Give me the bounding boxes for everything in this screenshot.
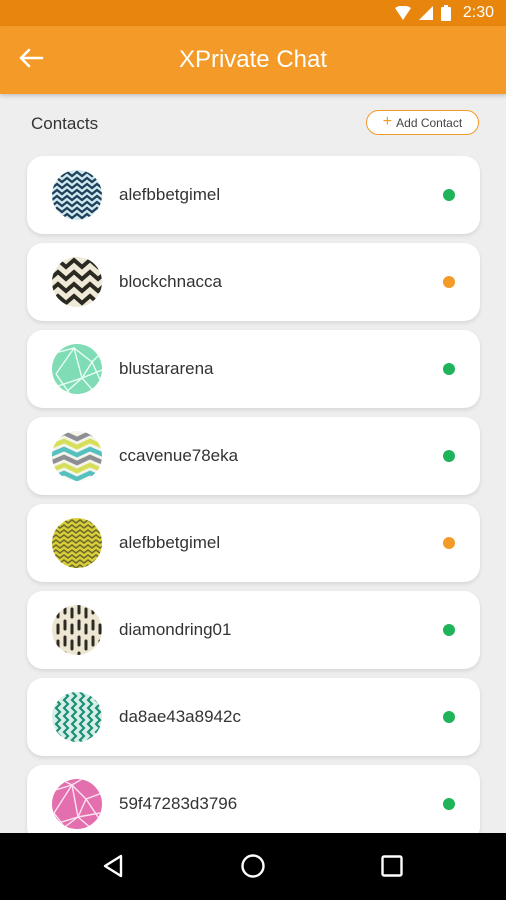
contact-card[interactable]: da8ae43a8942c xyxy=(27,678,480,756)
back-button[interactable] xyxy=(14,43,48,77)
avatar xyxy=(52,692,102,742)
avatar xyxy=(52,344,102,394)
contact-name: blustararena xyxy=(119,359,214,378)
online-status-dot xyxy=(443,363,455,375)
online-status-dot xyxy=(443,624,455,636)
online-status-dot xyxy=(443,189,455,201)
avatar xyxy=(52,518,102,568)
system-nav-bar xyxy=(0,833,506,900)
avatar xyxy=(52,779,102,829)
contact-card[interactable]: 59f47283d3796 xyxy=(27,765,480,843)
contacts-heading: Contacts xyxy=(31,114,99,133)
add-contact-button[interactable]: + Add Contact xyxy=(366,110,479,135)
nav-back-button[interactable] xyxy=(93,848,133,888)
status-bar: 2:30 xyxy=(0,0,506,26)
contact-name: ccavenue78eka xyxy=(119,446,239,465)
status-icons: 2:30 xyxy=(394,0,494,26)
contact-name: blockchnacca xyxy=(119,272,223,291)
away-status-dot xyxy=(443,276,455,288)
avatar xyxy=(52,257,102,307)
signal-icon xyxy=(418,6,433,20)
away-status-dot xyxy=(443,537,455,549)
app-title: XPrivate Chat xyxy=(178,46,328,73)
back-triangle-icon xyxy=(102,854,124,883)
contact-list: alefbbetgimel blockchnacca blustararena … xyxy=(27,156,480,843)
contact-card[interactable]: blustararena xyxy=(27,330,480,408)
status-time: 2:30 xyxy=(462,4,494,21)
contact-name: diamondring01 xyxy=(119,620,232,639)
contact-name: da8ae43a8942c xyxy=(119,707,241,726)
recents-square-icon xyxy=(380,854,404,883)
contact-name: alefbbetgimel xyxy=(119,533,221,552)
home-circle-icon xyxy=(240,853,266,884)
contact-card[interactable]: alefbbetgimel xyxy=(27,504,480,582)
app-bar: XPrivate Chat xyxy=(0,26,506,94)
avatar xyxy=(52,431,102,481)
battery-icon xyxy=(440,5,451,21)
contact-card[interactable]: blockchnacca xyxy=(27,243,480,321)
nav-home-button[interactable] xyxy=(233,848,273,888)
online-status-dot xyxy=(443,450,455,462)
contact-name: alefbbetgimel xyxy=(119,185,221,204)
wifi-icon xyxy=(394,6,411,20)
contact-card[interactable]: alefbbetgimel xyxy=(27,156,480,234)
contact-name: 59f47283d3796 xyxy=(119,794,238,813)
contact-card[interactable]: diamondring01 xyxy=(27,591,480,669)
add-contact-label: Add Contact xyxy=(396,115,463,130)
avatar xyxy=(52,605,102,655)
online-status-dot xyxy=(443,711,455,723)
online-status-dot xyxy=(443,798,455,810)
avatar xyxy=(52,170,102,220)
contact-card[interactable]: ccavenue78eka xyxy=(27,417,480,495)
arrow-left-icon xyxy=(18,48,44,73)
nav-recents-button[interactable] xyxy=(372,848,412,888)
plus-icon: + xyxy=(382,113,393,130)
